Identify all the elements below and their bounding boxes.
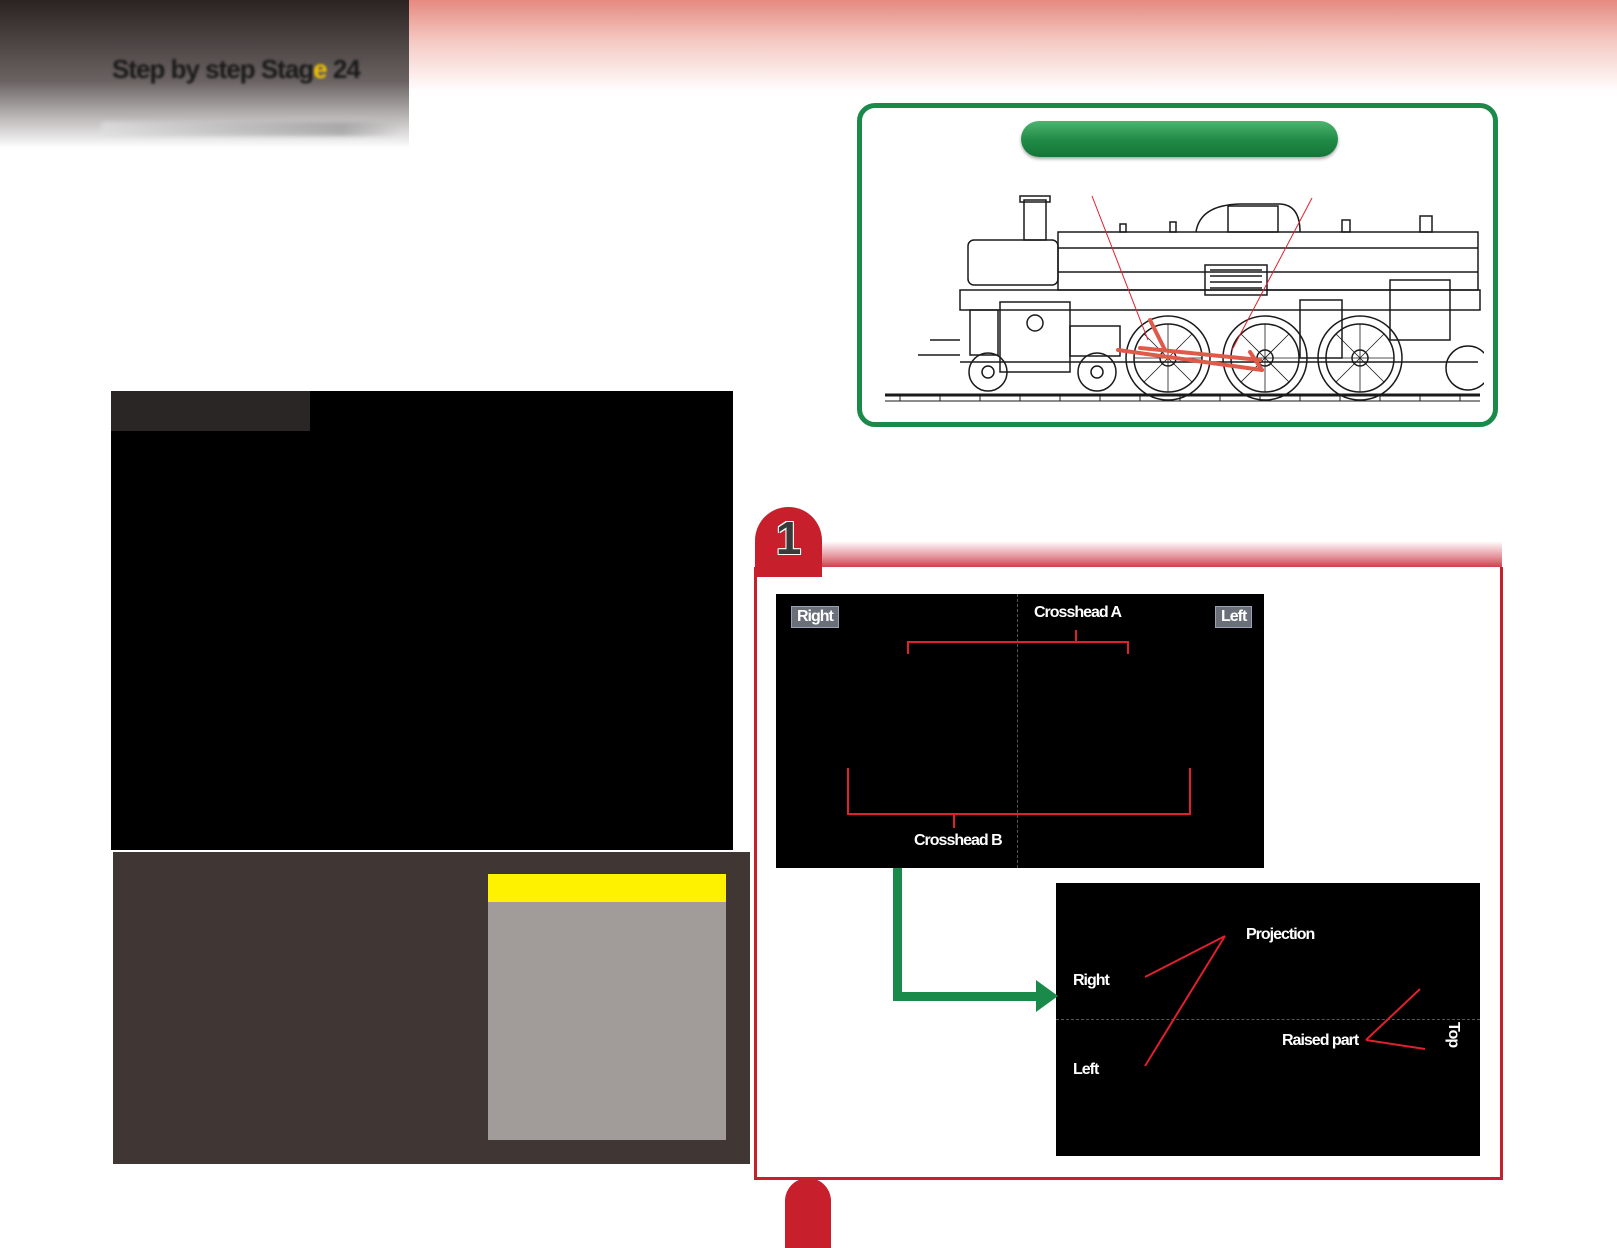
crosshead-b-label: Crosshead B <box>914 832 1003 849</box>
raised-part-label: Raised part <box>1282 1032 1359 1049</box>
crosshead-a-label: Crosshead A <box>1034 604 1122 621</box>
left-label: Left <box>1073 1061 1099 1078</box>
top-label: Top <box>1445 1022 1462 1048</box>
right-tag: Right <box>791 606 839 628</box>
left-tag: Left <box>1215 606 1253 628</box>
right-label: Right <box>1073 972 1110 989</box>
projection-label: Projection <box>1246 926 1315 943</box>
next-step-tab <box>785 1178 831 1248</box>
